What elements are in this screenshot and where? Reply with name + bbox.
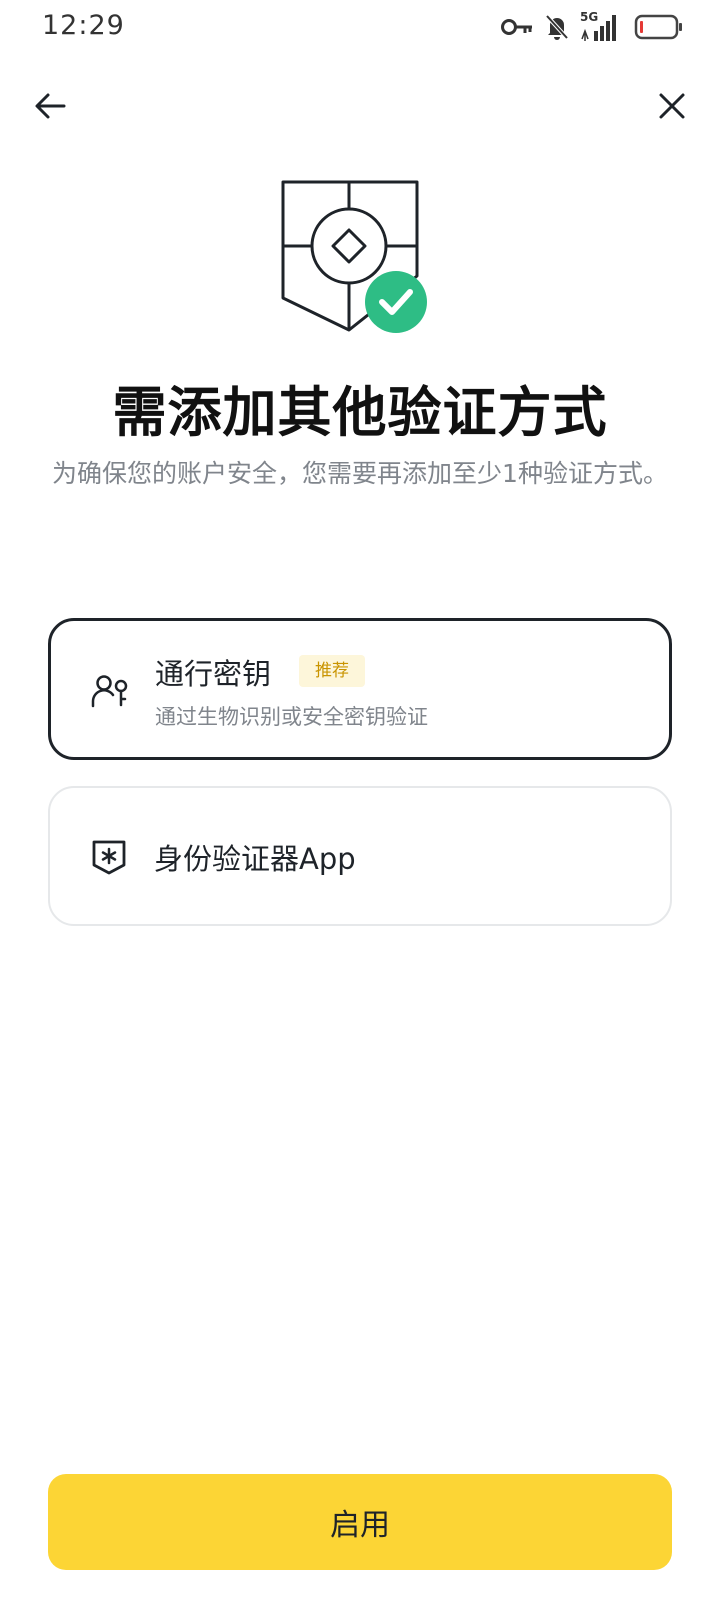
option-passkey-title: 通行密钥 (155, 657, 272, 691)
shield-check-icon (279, 178, 439, 342)
option-authenticator-app[interactable]: 身份验证器App (48, 786, 672, 926)
close-button[interactable] (650, 84, 694, 128)
authenticator-shield-icon (90, 838, 128, 876)
passkey-icon (91, 672, 129, 710)
status-icons: 5G (500, 10, 684, 42)
back-button[interactable] (28, 84, 72, 128)
enable-button[interactable]: 启用 (48, 1474, 672, 1570)
battery-low-icon (634, 13, 684, 41)
enable-button-label: 启用 (330, 1509, 390, 1542)
security-verification-screen: 12:29 5G 需添加其他验证方式 为确保您的账户安全，您需要再添加至少1种验… (0, 0, 720, 1612)
page-subtitle: 为确保您的账户安全，您需要再添加至少1种验证方式。 (52, 459, 668, 488)
close-icon (659, 93, 685, 119)
recommended-badge: 推荐 (299, 655, 365, 687)
option-passkey-description: 通过生物识别或安全密钥验证 (155, 705, 428, 729)
page-title: 需添加其他验证方式 (112, 381, 608, 444)
arrow-left-icon (35, 93, 66, 119)
option-passkey[interactable]: 通行密钥 推荐 通过生物识别或安全密钥验证 (48, 618, 672, 760)
status-time: 12:29 (42, 10, 125, 41)
signal-icon: 5G (580, 10, 624, 41)
bell-muted-icon (544, 13, 570, 41)
option-authenticator-title: 身份验证器App (154, 842, 356, 876)
vpn-key-icon (500, 16, 534, 38)
status-bar: 12:29 5G (0, 0, 720, 56)
